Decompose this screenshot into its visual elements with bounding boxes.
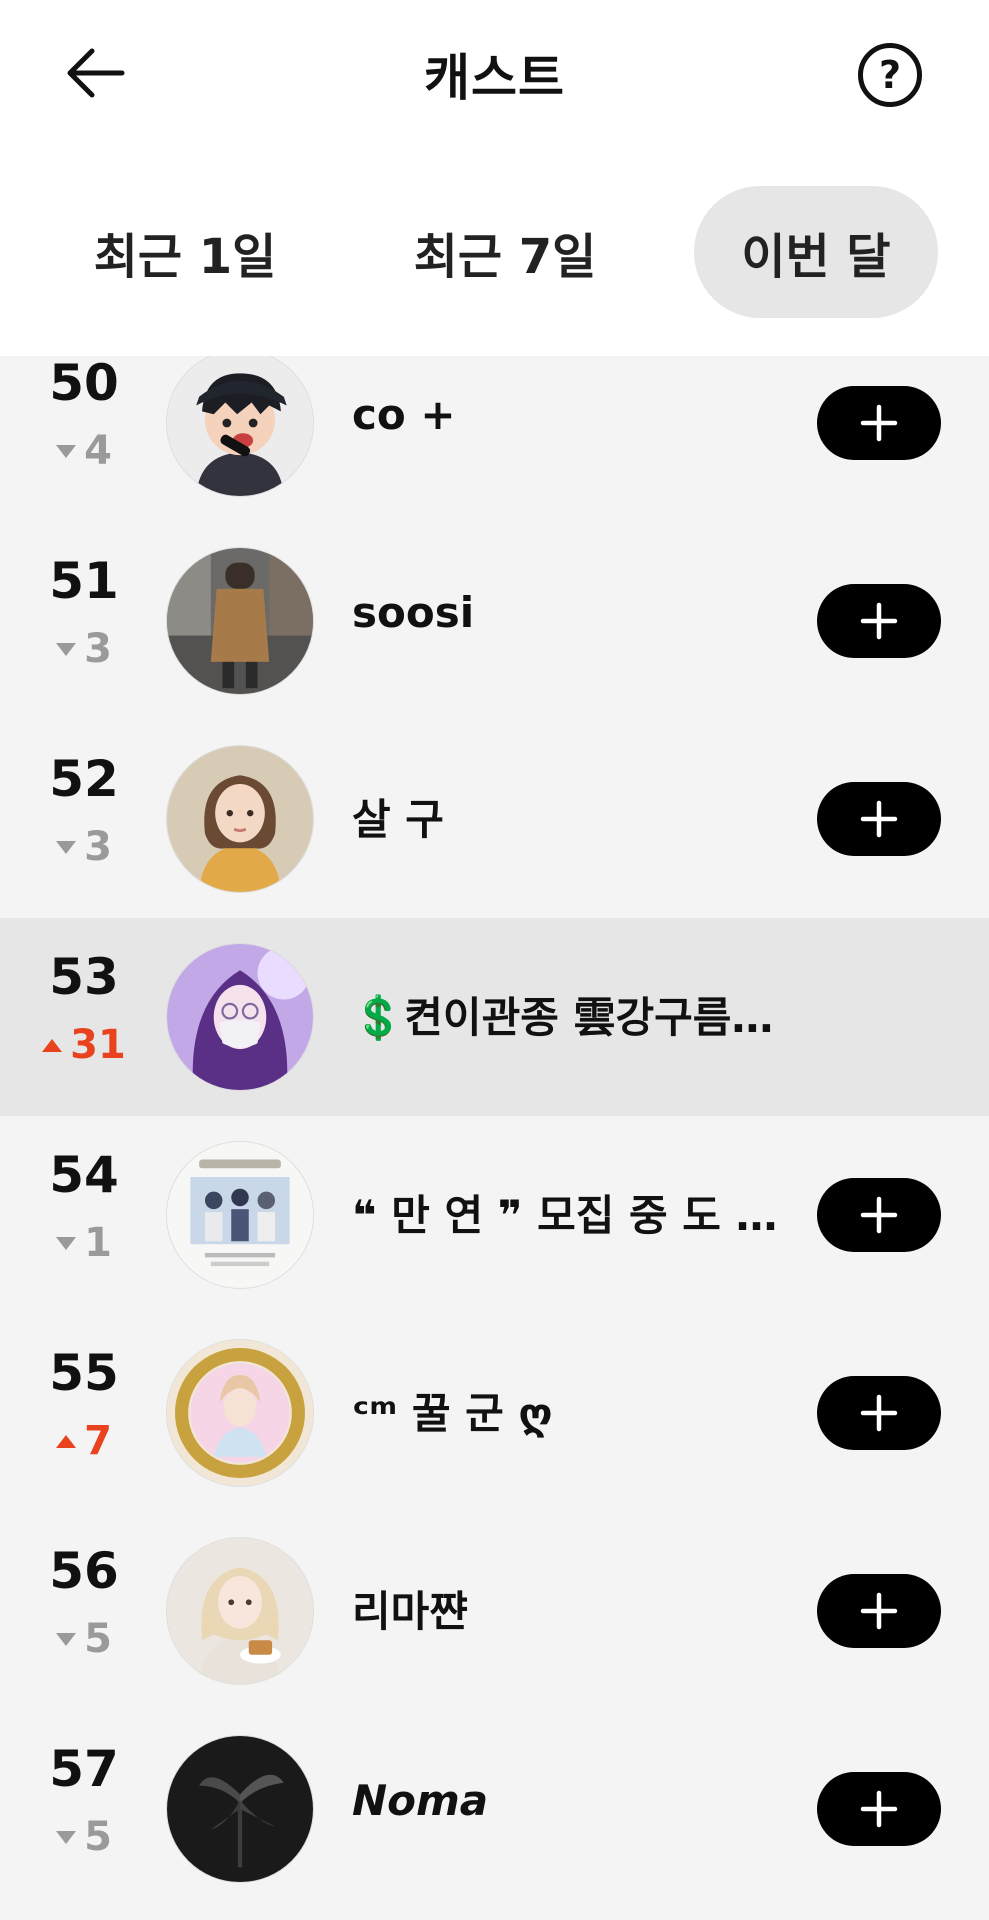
rank-change-value: 4 <box>84 428 112 474</box>
plus-icon <box>860 1196 898 1234</box>
streamer-name[interactable]: soosi <box>352 588 782 637</box>
streamer-name[interactable]: Noma <box>352 1776 782 1825</box>
cartoon-boy-microphone-avatar-icon <box>167 356 313 496</box>
plus-icon <box>860 1790 898 1828</box>
avatar[interactable] <box>166 1735 314 1883</box>
rank-change-value: 3 <box>84 626 112 672</box>
rank-up-icon <box>56 1434 77 1448</box>
rank-up-icon <box>42 1038 63 1052</box>
golden-frame-boy-avatar-icon <box>167 1340 313 1486</box>
rank-down-icon <box>56 642 77 656</box>
rank-down-icon <box>56 1830 77 1844</box>
rank-change-value: 7 <box>84 1418 112 1464</box>
plus-icon <box>860 602 898 640</box>
plus-icon <box>860 404 898 442</box>
ranking-row-highlighted[interactable]: 53 31 💲켠이관종 雲강구름💲 <box>0 918 989 1116</box>
ranking-row[interactable]: 56 5 리마쨘 <box>0 1512 989 1710</box>
ranking-row[interactable]: 54 1 ❝ 만 연 ❞ 모집 중 도 라... <box>0 1116 989 1314</box>
help-icon: ? <box>878 53 902 97</box>
rank-number: 56 <box>49 1542 119 1600</box>
purple-hair-girl-mask-avatar-icon <box>167 944 313 1090</box>
follow-button[interactable] <box>817 782 941 856</box>
streamer-name[interactable]: 💲켠이관종 雲강구름💲 <box>352 984 782 1045</box>
ranking-row[interactable]: 52 3 살 구 <box>0 720 989 918</box>
ranking-list[interactable]: 50 4 co + 51 3 soosi 52 3 살 구 53 31 💲켠이관… <box>0 356 989 1920</box>
follow-button[interactable] <box>817 1376 941 1450</box>
rank-change-value: 1 <box>84 1220 112 1266</box>
streamer-name[interactable]: 살 구 <box>352 786 782 847</box>
app-header: 캐스트 ? <box>0 0 989 150</box>
blonde-girl-cake-avatar-icon <box>167 1538 313 1684</box>
rank-change: 31 <box>30 1022 138 1068</box>
rank-change-value: 31 <box>70 1022 126 1068</box>
ranking-row[interactable]: 57 5 Noma <box>0 1710 989 1908</box>
rank-number: 55 <box>49 1344 119 1402</box>
recruitment-poster-avatar-icon <box>167 1142 313 1288</box>
follow-button[interactable] <box>817 1772 941 1846</box>
rank-change: 3 <box>30 626 138 672</box>
rank-down-icon <box>56 444 77 458</box>
avatar[interactable] <box>166 1141 314 1289</box>
ranking-row[interactable]: 55 7 ᶜᵐ 꿀 군 ღ <box>0 1314 989 1512</box>
avatar[interactable] <box>166 547 314 695</box>
follow-button[interactable] <box>817 1178 941 1252</box>
person-cafe-avatar-icon <box>167 548 313 694</box>
rank-change-value: 5 <box>84 1616 112 1662</box>
page-title: 캐스트 <box>424 49 565 107</box>
avatar[interactable] <box>166 745 314 893</box>
follow-button[interactable] <box>817 584 941 658</box>
ranking-row[interactable]: 51 3 soosi <box>0 522 989 720</box>
rank-change: 1 <box>30 1220 138 1266</box>
rank-number: 54 <box>49 1146 119 1204</box>
avatar[interactable] <box>166 1339 314 1487</box>
streamer-name[interactable]: ᶜᵐ 꿀 군 ღ <box>352 1380 782 1441</box>
rank-change: 5 <box>30 1616 138 1662</box>
rank-change: 5 <box>30 1814 138 1860</box>
rank-number: 57 <box>49 1740 119 1798</box>
dark-lily-avatar-icon <box>167 1736 313 1882</box>
dollar-icon: 💲 <box>352 993 405 1042</box>
follow-button[interactable] <box>817 386 941 460</box>
rank-down-icon <box>56 1236 77 1250</box>
rank-down-icon <box>56 1632 77 1646</box>
plus-icon <box>860 1592 898 1630</box>
avatar[interactable] <box>166 1537 314 1685</box>
ranking-row[interactable]: 50 4 co + <box>0 356 989 522</box>
rank-down-icon <box>56 840 77 854</box>
help-button[interactable]: ? <box>858 43 922 107</box>
rank-change-value: 5 <box>84 1814 112 1860</box>
rank-number: 52 <box>49 750 119 808</box>
tab-this-month[interactable]: 이번 달 <box>694 186 938 318</box>
plus-icon <box>860 800 898 838</box>
girl-yellow-sweater-avatar-icon <box>167 746 313 892</box>
avatar[interactable] <box>166 356 314 497</box>
tab-recent-7-days[interactable]: 최근 7일 <box>380 186 630 318</box>
rank-change: 3 <box>30 824 138 870</box>
streamer-name[interactable]: ❝ 만 연 ❞ 모집 중 도 라... <box>352 1182 782 1243</box>
streamer-name[interactable]: co + <box>352 390 782 439</box>
rank-change-value: 3 <box>84 824 112 870</box>
rank-number: 50 <box>49 356 119 412</box>
rank-number: 53 <box>49 948 119 1006</box>
streamer-name[interactable]: 리마쨘 <box>352 1578 782 1639</box>
avatar[interactable] <box>166 943 314 1091</box>
plus-icon <box>860 1394 898 1432</box>
rank-number: 51 <box>49 552 119 610</box>
rank-change: 7 <box>30 1418 138 1464</box>
tab-recent-1-day[interactable]: 최근 1일 <box>60 186 310 318</box>
rank-change: 4 <box>30 428 138 474</box>
follow-button[interactable] <box>817 1574 941 1648</box>
period-tabs: 최근 1일 최근 7일 이번 달 <box>0 150 989 356</box>
